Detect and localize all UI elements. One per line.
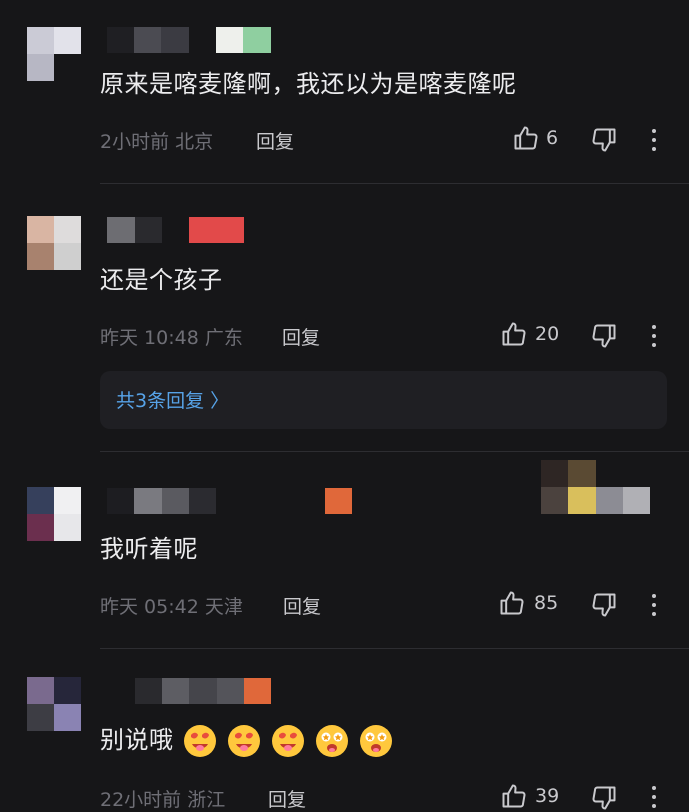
like-count: 20: [535, 323, 560, 345]
thumbs-down-icon[interactable]: [590, 784, 618, 812]
user-badge: [325, 488, 352, 514]
reply-button[interactable]: 回复: [282, 323, 320, 350]
thumbs-down-icon[interactable]: [590, 126, 618, 154]
thumbs-down-icon[interactable]: [590, 591, 618, 619]
starry-eyes-emoji: [359, 725, 392, 757]
like-count: 39: [535, 785, 560, 807]
comment-text: 别说哦: [100, 720, 394, 759]
comment-text: 还是个孩子: [100, 266, 223, 294]
username-pixelated[interactable]: [107, 488, 216, 514]
more-vertical-icon[interactable]: [651, 129, 657, 151]
pixelated-image: [541, 487, 650, 514]
comment-text: 我听着呢: [100, 535, 198, 563]
avatar[interactable]: [27, 27, 81, 81]
divider: [100, 648, 689, 649]
username-pixelated[interactable]: [107, 217, 162, 243]
heart-eyes-tongue-emoji: [271, 725, 304, 757]
view-replies-button[interactable]: 共3条回复 〉: [100, 371, 667, 429]
heart-eyes-tongue-emoji: [227, 725, 260, 757]
comment-item: 原来是喀麦隆啊，我还以为是喀麦隆呢 2小时前 北京 回复 6: [0, 0, 689, 185]
user-badge: [216, 27, 271, 53]
thumbs-up-icon[interactable]: [500, 320, 528, 348]
heart-eyes-tongue-emoji: [183, 725, 216, 757]
thumbs-up-icon[interactable]: [500, 782, 528, 810]
thumbs-up-icon[interactable]: [498, 589, 526, 617]
divider: [100, 451, 689, 452]
thumbs-down-icon[interactable]: [590, 322, 618, 350]
more-vertical-icon[interactable]: [651, 594, 657, 616]
reply-button[interactable]: 回复: [256, 127, 294, 154]
starry-eyes-emoji: [315, 725, 348, 757]
more-vertical-icon[interactable]: [651, 325, 657, 347]
avatar[interactable]: [27, 216, 81, 270]
like-count: 85: [534, 592, 559, 614]
divider: [100, 183, 689, 184]
reply-button[interactable]: 回复: [283, 592, 321, 619]
comment-meta: 22小时前 浙江: [100, 789, 226, 811]
username-pixelated[interactable]: [135, 678, 244, 704]
user-badge: [189, 217, 244, 243]
thumbs-up-icon[interactable]: [512, 124, 540, 152]
comment-meta: 昨天 05:42 天津: [100, 596, 243, 618]
more-vertical-icon[interactable]: [651, 786, 657, 808]
comment-meta: 昨天 10:48 广东: [100, 327, 243, 349]
comment-meta: 2小时前 北京: [100, 131, 214, 153]
username-pixelated[interactable]: [107, 27, 189, 53]
pixelated-image: [541, 460, 596, 487]
avatar[interactable]: [27, 487, 81, 541]
user-badge: [244, 678, 271, 704]
replies-count-label: 共3条回复 〉: [116, 390, 230, 412]
comment-text: 原来是喀麦隆啊，我还以为是喀麦隆呢: [100, 70, 517, 98]
like-count: 6: [546, 127, 559, 149]
comment-text-content: 别说哦: [100, 726, 174, 754]
avatar[interactable]: [27, 677, 81, 731]
reply-button[interactable]: 回复: [268, 785, 306, 812]
